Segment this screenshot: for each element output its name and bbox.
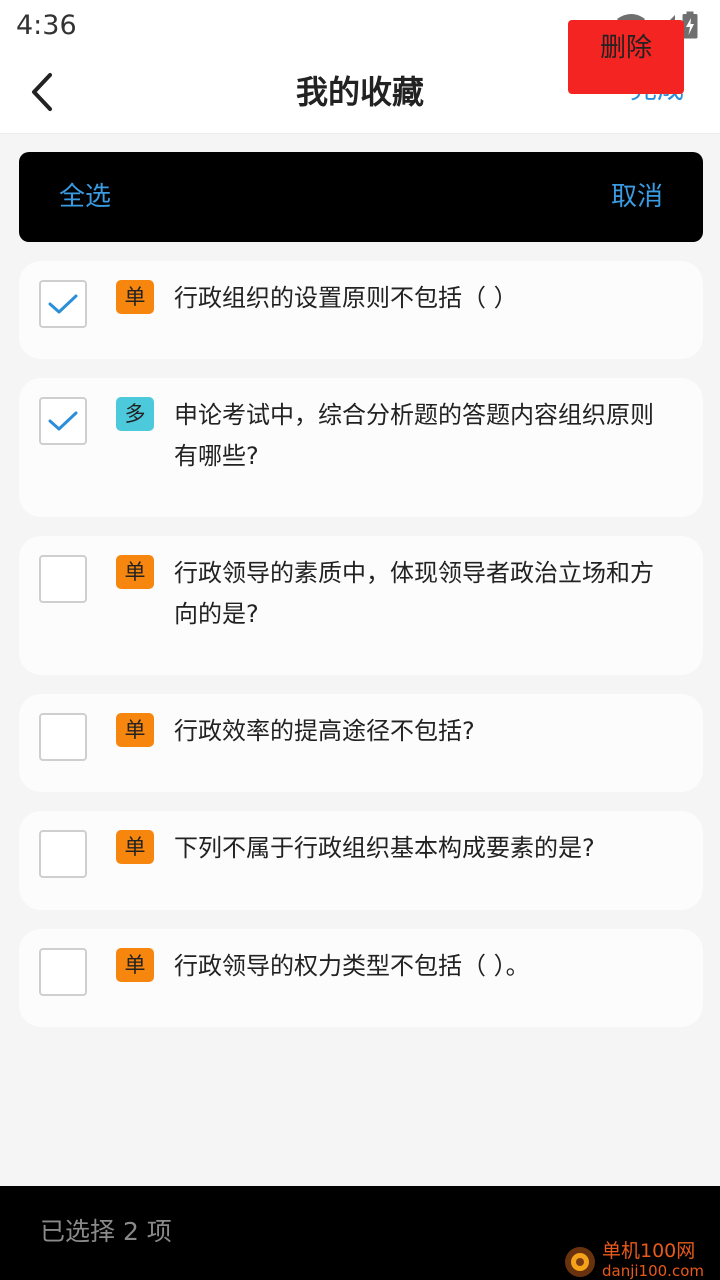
item-checkbox[interactable] [39,830,87,878]
item-checkbox[interactable] [39,397,87,445]
list-item[interactable]: 多 申论考试中，综合分析题的答题内容组织原则有哪些? [19,378,703,517]
screen: 4:36 我的收藏 完成 全选 取消 [0,0,720,1280]
question-text: 行政效率的提高途径不包括? [174,717,475,745]
question-text: 行政组织的设置原则不包括（ ） [174,284,518,312]
question-text: 下列不属于行政组织基本构成要素的是? [174,834,595,862]
list-item[interactable]: 单 下列不属于行政组织基本构成要素的是? [19,811,703,910]
item-checkbox[interactable] [39,555,87,603]
selected-count-text: 已选择 2 项 [40,1217,172,1246]
status-time: 4:36 [16,9,77,41]
question-text: 申论考试中，综合分析题的答题内容组织原则有哪些? [174,401,654,470]
list-item[interactable]: 单 行政领导的权力类型不包括（ ）。 [19,929,703,1027]
selection-action-bar: 全选 取消 [19,152,703,242]
checkmark-icon [48,411,78,431]
cancel-button[interactable]: 取消 [611,152,663,242]
question-type-badge: 单 [116,830,154,864]
select-all-button[interactable]: 全选 [59,152,111,242]
question-type-badge: 单 [116,948,154,982]
item-checkbox[interactable] [39,280,87,328]
item-checkbox[interactable] [39,948,87,996]
question-type-badge: 多 [116,397,154,431]
checkmark-icon [48,294,78,314]
favorites-list: 单 行政组织的设置原则不包括（ ） 多 申论考试中，综合分析题的答题内容组织原则… [19,261,703,1046]
question-type-badge: 单 [116,280,154,314]
question-text: 行政领导的素质中，体现领导者政治立场和方向的是? [174,559,654,628]
item-checkbox[interactable] [39,713,87,761]
bottom-selection-bar: 已选择 2 项 [0,1186,720,1280]
list-item[interactable]: 单 行政领导的素质中，体现领导者政治立场和方向的是? [19,536,703,675]
delete-button[interactable]: 删除 [568,20,684,94]
question-type-badge: 单 [116,555,154,589]
question-text: 行政领导的权力类型不包括（ ）。 [174,952,530,980]
question-type-badge: 单 [116,713,154,747]
chevron-left-icon [32,73,52,111]
battery-charging-icon [682,11,698,39]
back-button[interactable] [18,68,66,116]
list-item[interactable]: 单 行政效率的提高途径不包括? [19,694,703,792]
list-item[interactable]: 单 行政组织的设置原则不包括（ ） [19,261,703,359]
